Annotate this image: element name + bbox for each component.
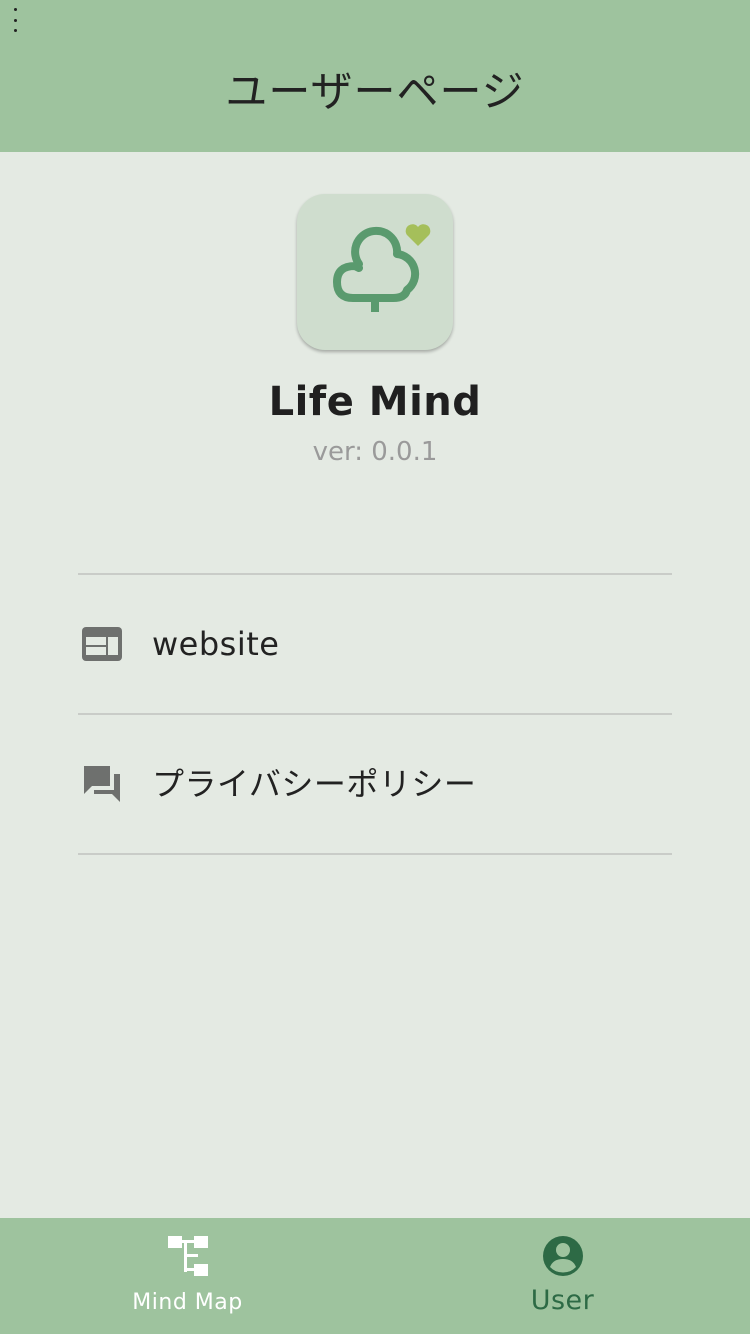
nav-label: User [530,1285,595,1316]
app-name: Life Mind [268,379,482,425]
mind-map-icon [166,1234,210,1278]
divider [78,853,672,855]
tree-heart-logo-icon [333,224,431,312]
page-title: ユーザーページ [225,67,525,116]
more-options-icon[interactable] [8,8,22,32]
menu-item-website[interactable]: website [78,575,672,713]
app-bar: ユーザーページ [0,0,750,152]
menu-item-label: website [152,625,280,663]
account-circle-icon [541,1234,585,1278]
nav-tab-user[interactable]: User [375,1218,750,1334]
settings-menu: website プライバシーポリシー [78,573,672,855]
web-icon [80,622,124,666]
forum-icon [80,762,124,806]
nav-tab-mind-map[interactable]: Mind Map [0,1218,375,1334]
menu-item-privacy-policy[interactable]: プライバシーポリシー [78,715,672,853]
bottom-navigation: Mind Map User [0,1218,750,1334]
app-version: ver: 0.0.1 [312,437,438,467]
menu-item-label: プライバシーポリシー [152,765,477,803]
app-logo [297,194,453,350]
nav-label: Mind Map [132,1290,243,1315]
